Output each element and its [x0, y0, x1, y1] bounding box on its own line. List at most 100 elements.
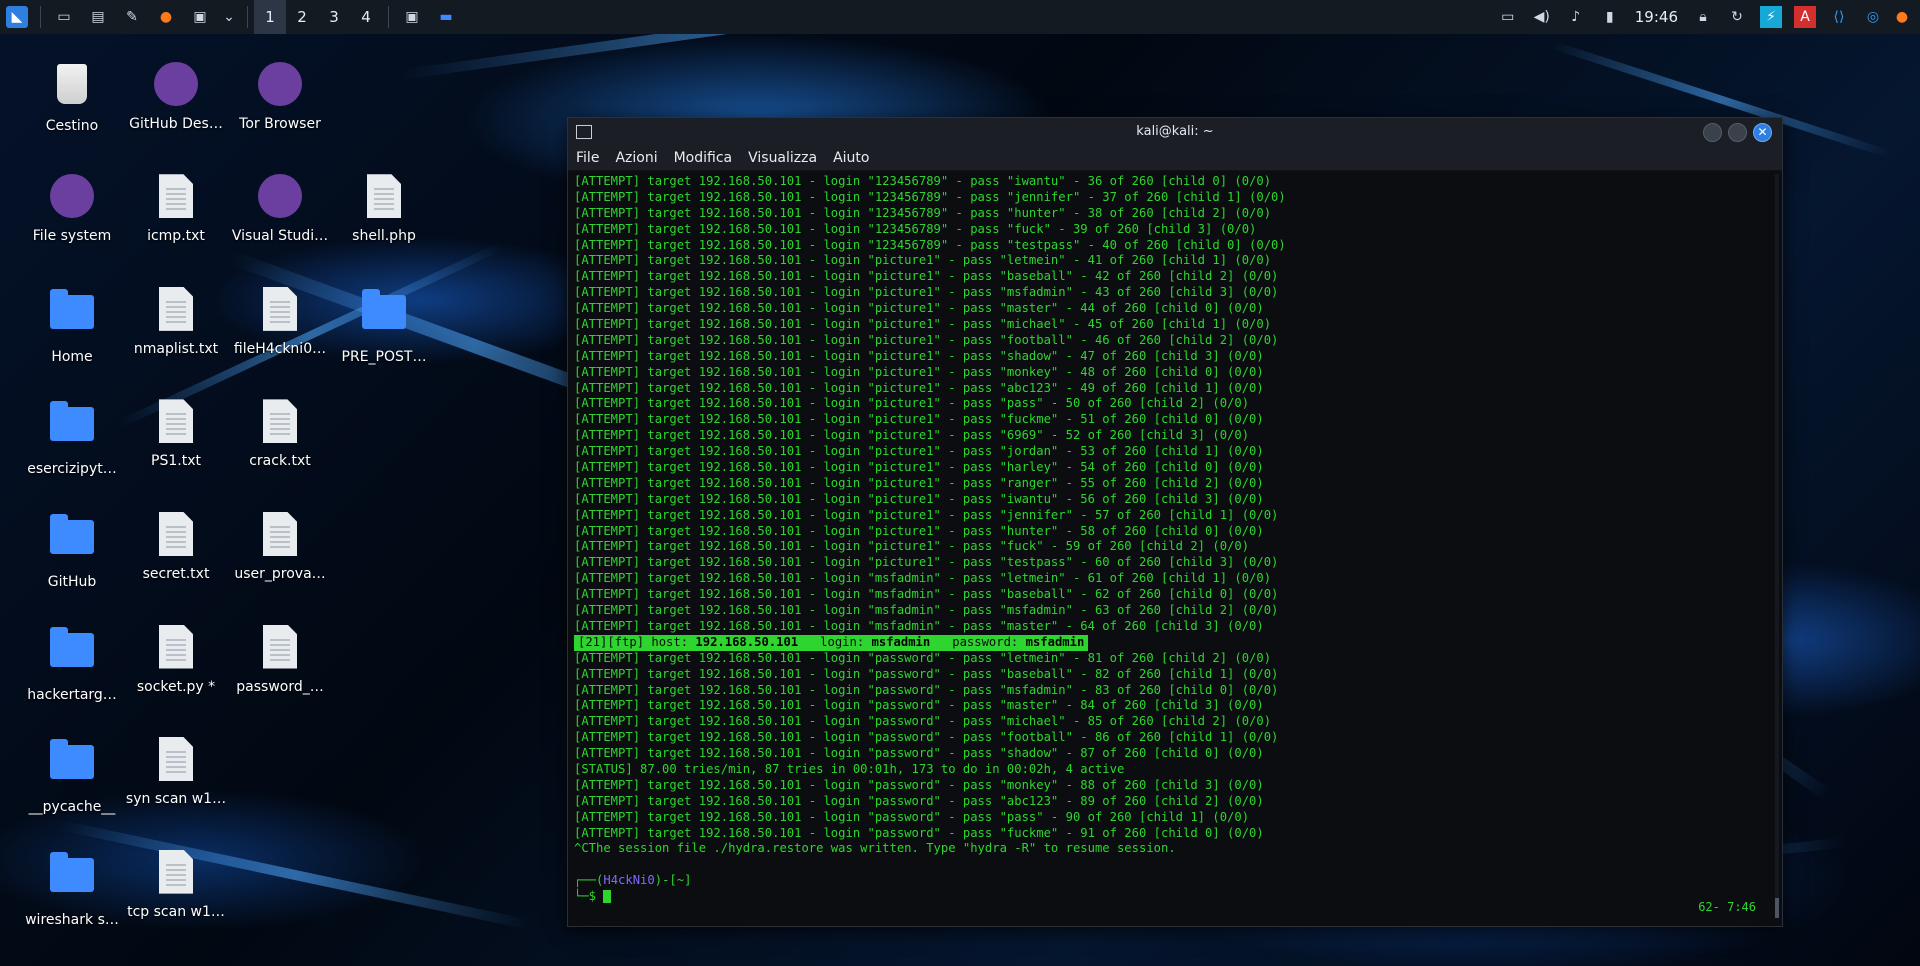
trash-icon [57, 63, 87, 104]
vscode-icon[interactable]: ⟨⟩ [1828, 6, 1850, 28]
desktop-icon[interactable]: Cestino [20, 60, 124, 134]
terminal-line: [ATTEMPT] target 192.168.50.101 - login … [574, 317, 1272, 332]
network-icon[interactable]: ◎ [1862, 6, 1884, 28]
desktop-icon[interactable]: syn scan w1… [124, 735, 228, 807]
terminal-line: [ATTEMPT] target 192.168.50.101 - login … [574, 269, 1279, 284]
desktop-icon-label: hackertarg… [27, 686, 117, 703]
firefox-icon[interactable]: ● [155, 6, 177, 28]
desktop-icon-label: PRE_POST… [341, 348, 427, 365]
desktop-icon[interactable]: esercizipyt… [20, 397, 124, 477]
desktop-icon[interactable]: user_prova… [228, 510, 332, 582]
terminal-line: [ATTEMPT] target 192.168.50.101 - login … [574, 682, 1279, 697]
desktop-icon-label: password_… [236, 678, 324, 695]
taskbar-folder-icon[interactable]: ▬ [435, 6, 457, 28]
show-desktop-icon[interactable]: ▭ [53, 6, 75, 28]
terminal-window[interactable]: kali@kali: ~ ✕ File Azioni Modifica Visu… [567, 117, 1783, 927]
command-input-line[interactable]: └─$ [574, 889, 1772, 905]
terminal-output[interactable]: [ATTEMPT] target 192.168.50.101 - login … [574, 174, 1772, 918]
menu-modifica[interactable]: Modifica [674, 150, 733, 166]
taskbar-terminal-icon[interactable]: ▣ [401, 6, 423, 28]
text-cursor [603, 890, 612, 904]
desktop-icon[interactable]: __pycache__ [20, 735, 124, 815]
maximize-button[interactable] [1728, 123, 1747, 142]
clock[interactable]: 19:46 [1635, 8, 1678, 26]
desktop-icon-label: syn scan w1… [125, 791, 227, 808]
terminal-line: [ATTEMPT] target 192.168.50.101 - login … [574, 253, 1272, 268]
folder-icon [50, 739, 94, 780]
document-icon [159, 849, 193, 894]
text-editor-icon[interactable]: ✎ [121, 6, 143, 28]
menu-visualizza[interactable]: Visualizza [748, 150, 817, 166]
found-login: msfadmin [871, 634, 931, 649]
battery-icon[interactable]: ▮ [1599, 6, 1621, 28]
window-titlebar[interactable]: kali@kali: ~ ✕ [568, 118, 1782, 146]
document-icon [263, 399, 297, 444]
desktop-icon[interactable]: password_… [228, 623, 332, 695]
desktop-icon[interactable]: Home [20, 285, 124, 365]
notification-bell-icon[interactable]: ♪ [1565, 6, 1587, 28]
desktop-icon[interactable]: GitHub [20, 510, 124, 590]
workspace-3[interactable]: 3 [318, 0, 350, 34]
burpsuite-icon[interactable]: ⚡ [1760, 6, 1782, 28]
terminal-line: [ATTEMPT] target 192.168.50.101 - login … [574, 364, 1264, 379]
workspace-1[interactable]: 1 [254, 0, 286, 34]
folder-icon [50, 626, 94, 667]
desktop-icon[interactable]: shell.php [332, 172, 436, 244]
desktop-icon[interactable]: socket.py * [124, 623, 228, 695]
scrollbar-thumb[interactable] [1775, 898, 1779, 918]
found-password: msfadmin [1025, 634, 1085, 649]
terminal-line: [ATTEMPT] target 192.168.50.101 - login … [574, 618, 1264, 633]
desktop-icon[interactable]: File system [20, 172, 124, 244]
desktop-icon[interactable]: hackertarg… [20, 623, 124, 703]
terminal-line: [ATTEMPT] target 192.168.50.101 - login … [574, 174, 1272, 188]
menu-azioni[interactable]: Azioni [615, 150, 657, 166]
desktop-icon[interactable]: GitHub Des… [124, 60, 228, 132]
menubar: File Azioni Modifica Visualizza Aiuto [568, 146, 1782, 171]
terminal-line: [ATTEMPT] target 192.168.50.101 - login … [574, 412, 1264, 427]
close-button[interactable]: ✕ [1753, 123, 1772, 142]
desktop-icon-label: crack.txt [249, 453, 311, 470]
menu-aiuto[interactable]: Aiuto [833, 150, 869, 166]
document-icon [159, 624, 193, 669]
terminal-scrollbar[interactable] [1775, 174, 1779, 918]
document-icon [367, 174, 401, 219]
terminal-line: [ATTEMPT] target 192.168.50.101 - login … [574, 555, 1279, 570]
terminal-line: [ATTEMPT] target 192.168.50.101 - login … [574, 460, 1264, 475]
desktop-icon[interactable]: tcp scan w1… [124, 848, 228, 920]
terminal-line: [ATTEMPT] target 192.168.50.101 - login … [574, 603, 1279, 618]
menu-file[interactable]: File [576, 150, 599, 166]
volume-icon[interactable]: ◀) [1531, 6, 1553, 28]
desktop-icon[interactable]: Visual Studi… [228, 172, 332, 244]
desktop-icon[interactable]: nmaplist.txt [124, 285, 228, 357]
pdf-reader-icon[interactable]: A [1794, 6, 1816, 28]
kali-menu-icon[interactable]: ◣ [6, 6, 28, 28]
workspace-2[interactable]: 2 [286, 0, 318, 34]
file-manager-icon[interactable]: ▤ [87, 6, 109, 28]
lock-icon[interactable]: 🔒︎ [1692, 6, 1714, 28]
desktop-icon-label: PS1.txt [151, 453, 201, 470]
minimize-button[interactable] [1703, 123, 1722, 142]
terminal-line: [ATTEMPT] target 192.168.50.101 - login … [574, 666, 1279, 681]
terminal-line: [ATTEMPT] target 192.168.50.101 - login … [574, 507, 1279, 522]
desktop-icon[interactable]: fileH4ckni0… [228, 285, 332, 357]
desktop-icon[interactable]: PRE_POST… [332, 285, 436, 365]
terminal-line: [ATTEMPT] target 192.168.50.101 - login … [574, 698, 1264, 713]
firefox-tray-icon[interactable]: ● [1896, 6, 1908, 28]
folder-icon [50, 401, 94, 442]
chevron-down-icon[interactable]: ⌄ [223, 6, 235, 28]
terminal-line: [ATTEMPT] target 192.168.50.101 - login … [574, 825, 1264, 840]
desktop-icon-label: Home [51, 348, 93, 365]
logout-icon[interactable]: ↻ [1726, 6, 1748, 28]
desktop-icon[interactable]: icmp.txt [124, 172, 228, 244]
app-icon [258, 61, 302, 106]
terminal-line: [ATTEMPT] target 192.168.50.101 - login … [574, 777, 1264, 792]
desktop-icon[interactable]: crack.txt [228, 397, 332, 469]
desktop-icon[interactable]: Tor Browser [228, 60, 332, 132]
workspace-4[interactable]: 4 [350, 0, 382, 34]
terminal-launcher-icon[interactable]: ▣ [189, 6, 211, 28]
desktop-icon[interactable]: secret.txt [124, 510, 228, 582]
desktop-icon[interactable]: wireshark s… [20, 848, 124, 928]
display-icon[interactable]: ▭ [1497, 6, 1519, 28]
desktop-icon[interactable]: PS1.txt [124, 397, 228, 469]
terminal-line: [ATTEMPT] target 192.168.50.101 - login … [574, 301, 1264, 316]
